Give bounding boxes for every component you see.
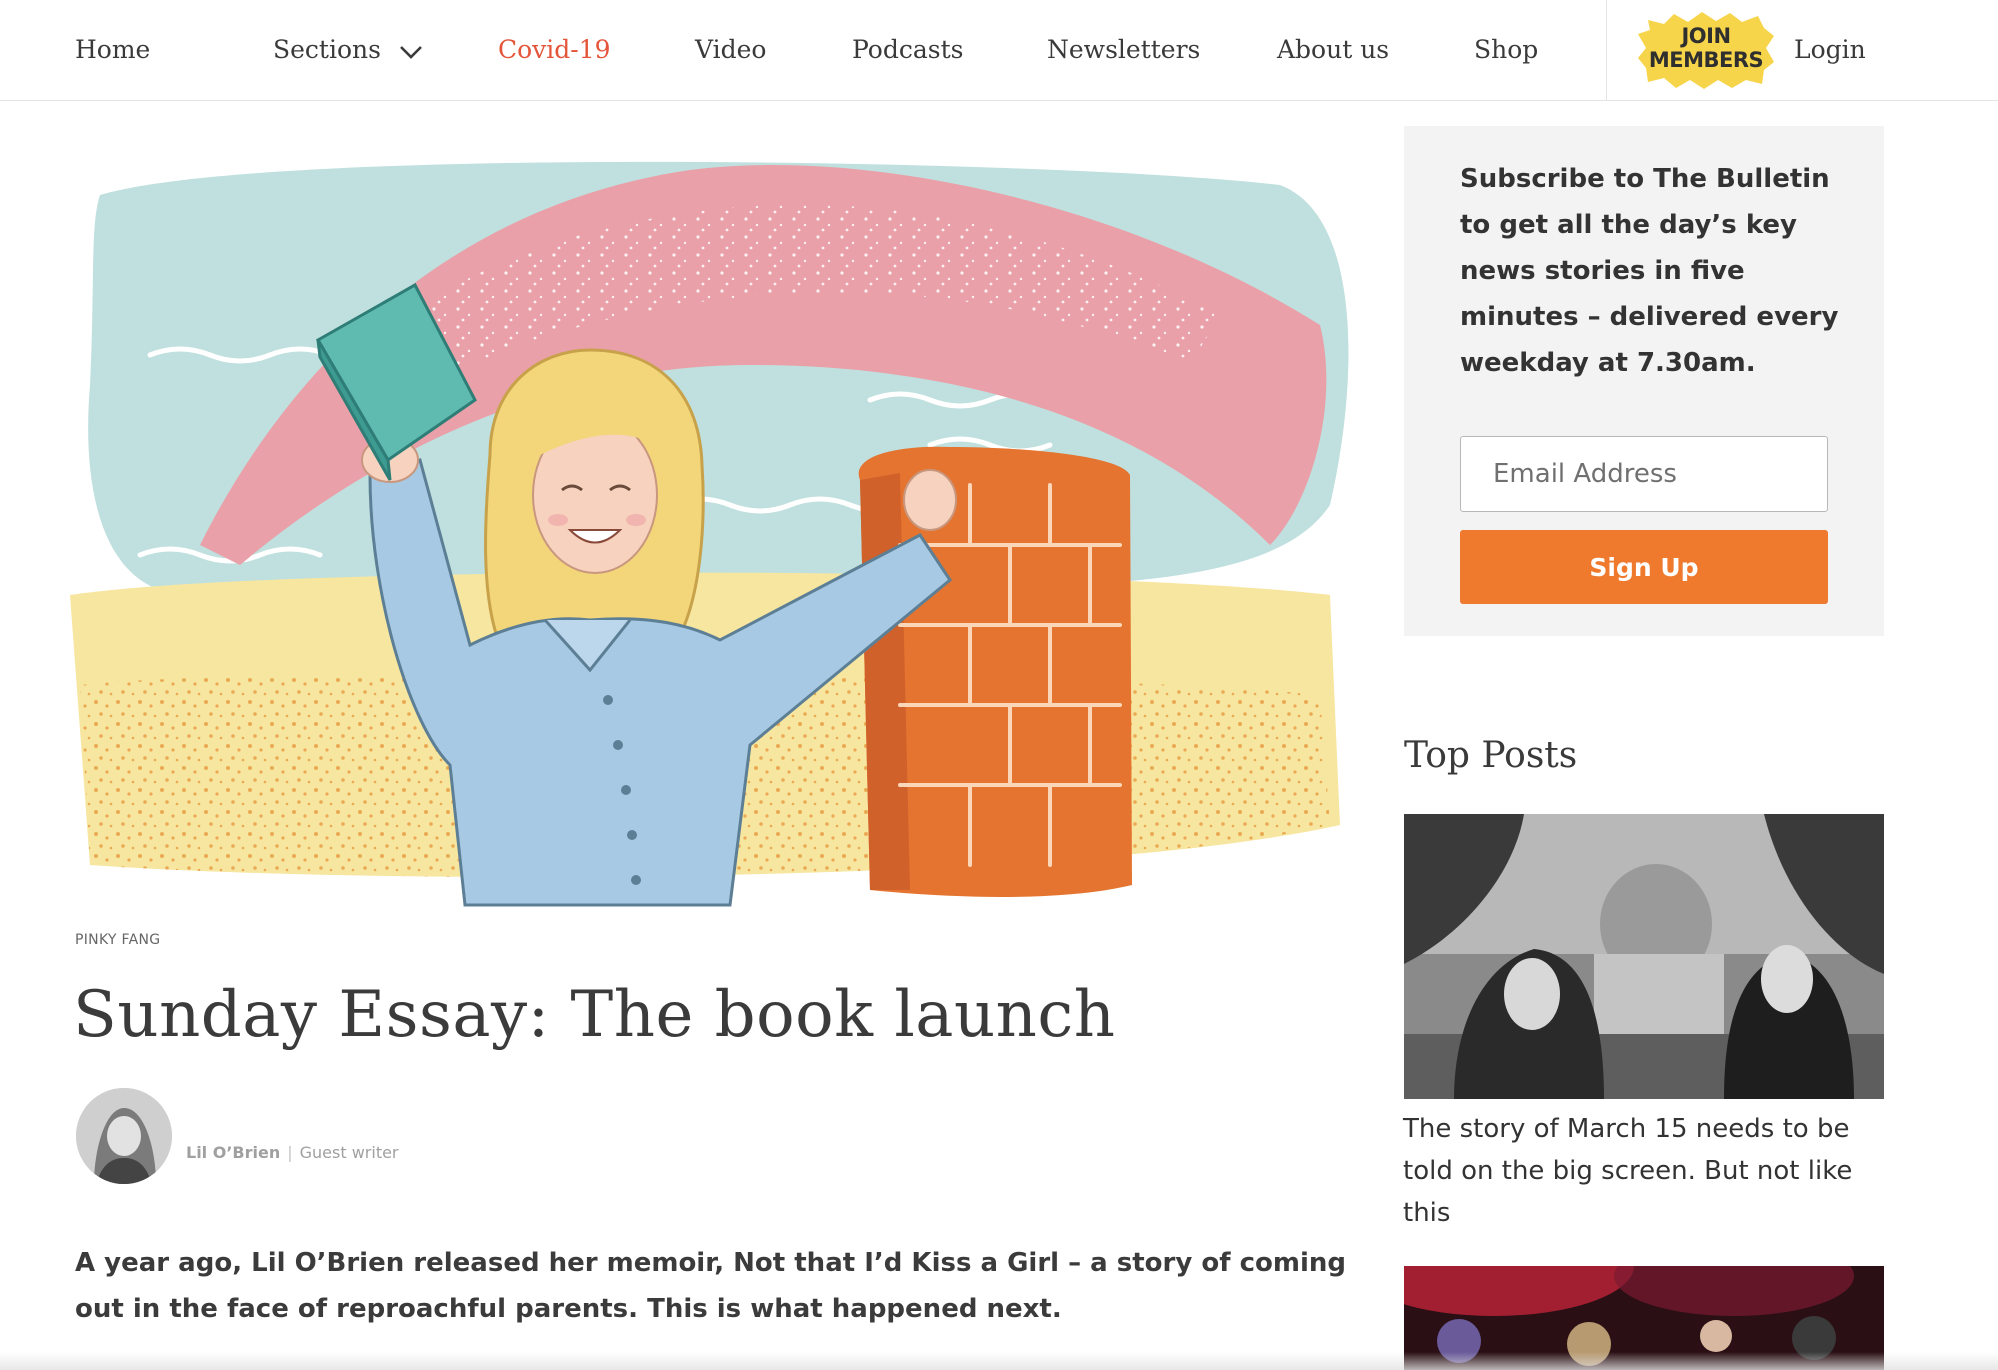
author-name-link[interactable]: Lil O’Brien [186, 1143, 280, 1162]
subscribe-text: Subscribe to The Bulletin to get all the… [1460, 164, 1839, 378]
nav-podcasts[interactable]: Podcasts [852, 0, 963, 100]
nav-newsletters[interactable]: Newsletters [1047, 0, 1200, 100]
nav-sections-label: Sections [273, 35, 381, 64]
nav-sections[interactable]: Sections [273, 0, 423, 100]
login-link[interactable]: Login [1794, 0, 1866, 100]
bottom-scroll-fade [0, 1352, 1998, 1370]
article-standfirst: A year ago, Lil O’Brien released her mem… [75, 1248, 1346, 1324]
join-members-button[interactable]: JOIN MEMBERS [1636, 10, 1776, 90]
image-credit: PINKY FANG [75, 932, 161, 948]
nav-covid-19[interactable]: Covid-19 [498, 0, 611, 100]
top-posts-heading: Top Posts [1404, 735, 1578, 776]
hero-illustration [70, 161, 1349, 907]
author-role: Guest writer [299, 1143, 399, 1162]
byline-separator: | [287, 1143, 293, 1162]
nav-about-us[interactable]: About us [1277, 0, 1389, 100]
join-badge-line1: JOIN [1681, 24, 1731, 48]
top-post-1-thumbnail[interactable] [1404, 814, 1884, 1099]
email-address-input[interactable] [1460, 436, 1828, 512]
nav-shop[interactable]: Shop [1474, 0, 1538, 100]
site-header: Home Sections Covid-19 Video Podcasts Ne… [0, 0, 1998, 101]
join-badge-line2: MEMBERS [1648, 48, 1764, 72]
sign-up-button[interactable]: Sign Up [1460, 530, 1828, 604]
author-avatar[interactable] [76, 1088, 172, 1184]
byline: Lil O’Brien | Guest writer [186, 1143, 399, 1162]
top-post-1-image [1404, 814, 1884, 1099]
chevron-down-icon [399, 45, 422, 59]
newsletter-subscribe-box: Subscribe to The Bulletin to get all the… [1404, 126, 1884, 636]
top-post-1-title[interactable]: The story of March 15 needs to be told o… [1403, 1108, 1883, 1234]
nav-divider [1606, 0, 1607, 100]
nav-video[interactable]: Video [695, 0, 766, 100]
nav-home[interactable]: Home [75, 0, 150, 100]
article-title: Sunday Essay: The book launch [73, 978, 1116, 1052]
author-photo [76, 1088, 172, 1184]
